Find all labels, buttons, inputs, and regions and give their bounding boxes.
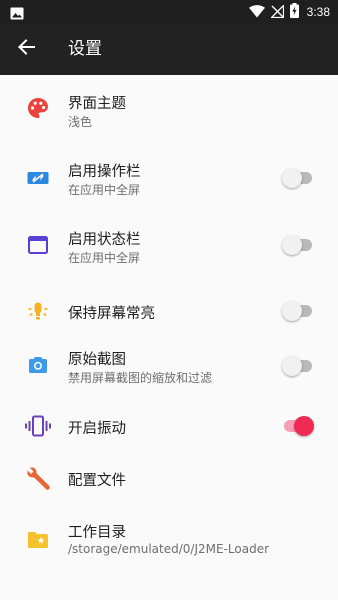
setting-subtitle: 浅色 [68,115,93,129]
original-screenshot-switch[interactable] [282,355,314,377]
setting-status-bar[interactable]: 启用状态栏 在应用中全屏 [0,213,338,281]
page-title: 设置 [68,39,102,59]
setting-config-file[interactable]: 配置文件 [0,457,338,513]
setting-working-directory[interactable]: 工作目录 /storage/emulated/0/J2ME-Loader [0,513,338,571]
setting-subtitle: /storage/emulated/0/J2ME-Loader [68,542,270,556]
status-icons: 3:38 [248,0,330,24]
star-folder-icon [25,527,51,553]
setting-action-bar[interactable]: 启用操作栏 在应用中全屏 [0,145,338,213]
window-icon [25,232,51,258]
vibration-switch[interactable] [282,415,314,437]
camera-icon [25,352,51,378]
battery-charging-icon [289,2,299,22]
signal-off-icon [269,3,284,22]
palette-icon [25,95,51,121]
back-button[interactable] [10,33,42,65]
wrench-icon [25,466,51,492]
setting-original-screenshot[interactable]: 原始截图 禁用屏幕截图的缩放和过滤 [0,341,338,409]
setting-keep-screen-on[interactable]: 保持屏幕常亮 [0,281,338,341]
arrow-back-icon [17,38,35,60]
action-bar-icon [25,165,51,191]
setting-title: 开启振动 [68,421,126,437]
status-time: 3:38 [306,5,330,19]
setting-vibration[interactable]: 开启振动 [0,409,338,457]
keep-screen-on-switch[interactable] [282,300,314,322]
setting-title: 启用状态栏 [68,232,141,248]
setting-title: 原始截图 [68,352,126,368]
wifi-icon [248,3,265,22]
vibration-icon [25,413,51,439]
setting-theme[interactable]: 界面主题 浅色 [0,85,338,145]
setting-title: 保持屏幕常亮 [68,306,155,322]
setting-title: 配置文件 [68,473,126,489]
setting-subtitle: 在应用中全屏 [68,183,141,197]
setting-title: 界面主题 [68,96,126,112]
action-bar-switch[interactable] [282,167,314,189]
setting-title: 工作目录 [68,525,126,541]
setting-subtitle: 在应用中全屏 [68,251,141,265]
app-bar: 设置 [0,24,338,75]
status-bar: 3:38 [0,0,338,24]
setting-subtitle: 禁用屏幕截图的缩放和过滤 [68,371,213,385]
image-icon [10,5,24,20]
status-bar-switch[interactable] [282,234,314,256]
lightbulb-icon [25,298,51,324]
setting-title: 启用操作栏 [68,164,141,180]
